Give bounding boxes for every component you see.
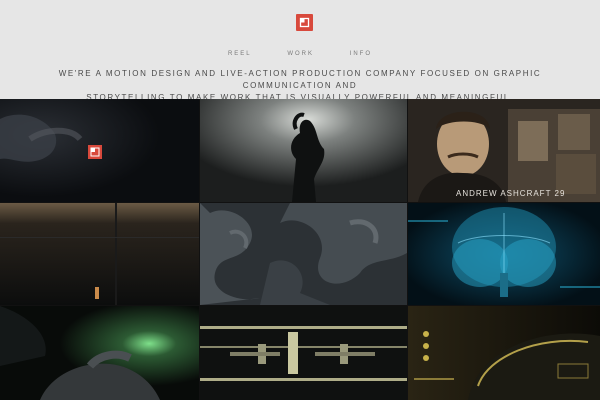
thumbnail-image: [0, 203, 199, 305]
nav-reel[interactable]: REEL: [228, 51, 252, 57]
work-grid: ANDREW ASHCRAFT 29: [0, 99, 600, 400]
nav-info[interactable]: INFO: [350, 51, 372, 57]
thumbnail-image: [200, 306, 407, 400]
work-tile-green-hands[interactable]: [0, 306, 199, 400]
work-tile-cockpit[interactable]: [408, 306, 600, 400]
work-tile-silhouette[interactable]: [200, 99, 407, 202]
thumbnail-image: [0, 306, 199, 400]
thumbnail-image: [408, 203, 600, 305]
work-tile-brain-scan[interactable]: [408, 203, 600, 305]
thumbnail-image: [200, 99, 407, 202]
work-tile-sculpture[interactable]: [200, 203, 407, 305]
site-header: REEL WORK INFO WE'RE A MOTION DESIGN AND…: [0, 0, 600, 102]
thumbnail-image: [200, 203, 407, 305]
thumbnail-image: [0, 99, 199, 202]
tile-caption: ANDREW ASHCRAFT 29: [456, 189, 565, 198]
thumbnail-image: [408, 306, 600, 400]
thumbnail-image: ANDREW ASHCRAFT 29: [408, 99, 600, 202]
main-nav: REEL WORK INFO: [0, 51, 600, 57]
work-tile-lights[interactable]: [200, 306, 407, 400]
work-tile-portrait[interactable]: ANDREW ASHCRAFT 29: [408, 99, 600, 202]
p-glyph-icon: [299, 17, 310, 28]
work-tile-hand-logo[interactable]: [0, 99, 199, 202]
p-logo-icon[interactable]: [296, 14, 313, 31]
nav-work[interactable]: WORK: [287, 51, 314, 57]
tagline-line-1: WE'RE A MOTION DESIGN AND LIVE-ACTION PR…: [58, 69, 542, 90]
work-tile-dark-interior[interactable]: [0, 203, 199, 305]
